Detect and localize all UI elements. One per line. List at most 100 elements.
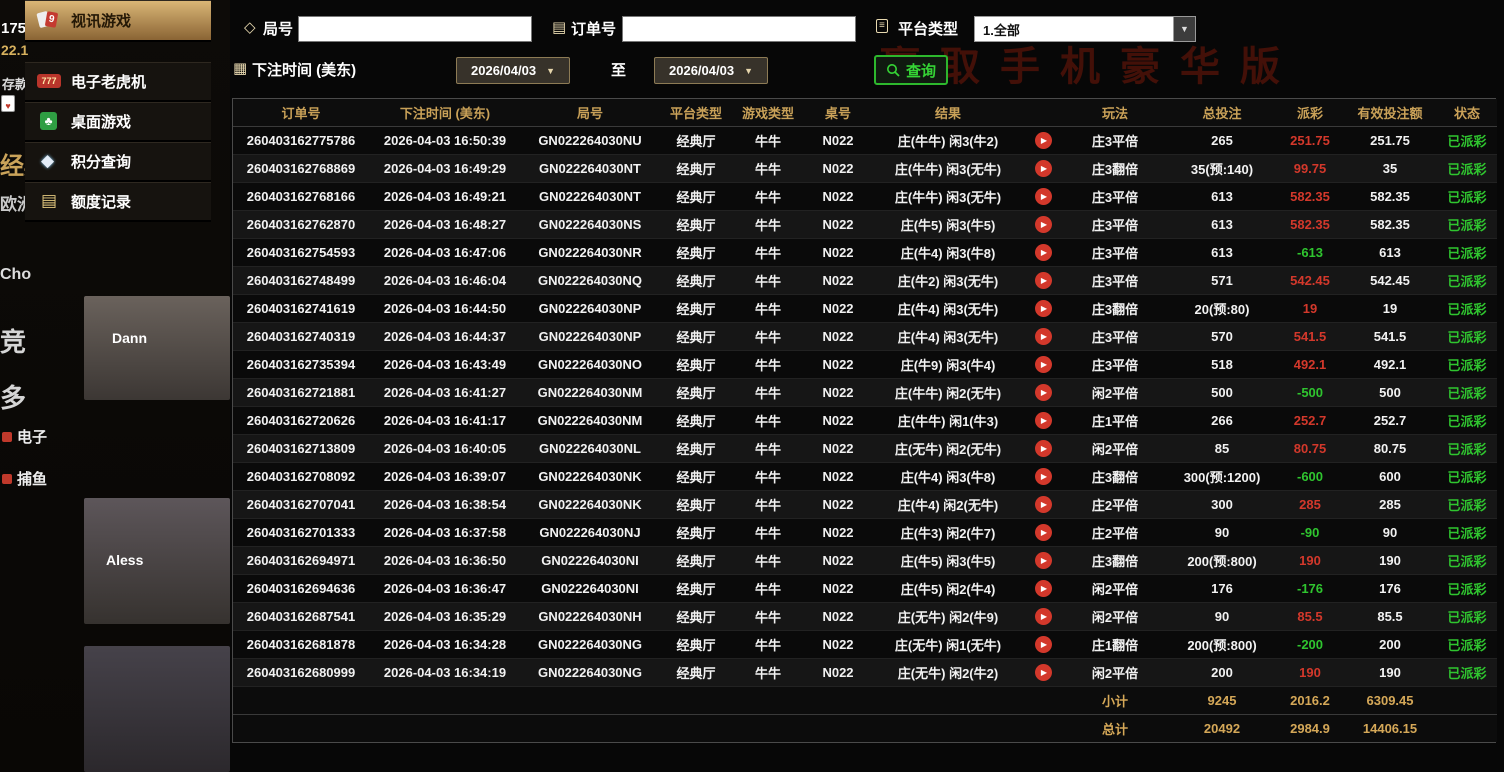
cell-bet-time: 2026-04-03 16:48:27 [369, 210, 521, 239]
cell-order-id: 260403162721881 [233, 378, 369, 407]
replay-play-icon[interactable]: ▶ [1034, 524, 1052, 541]
replay-play-icon[interactable]: ▶ [1034, 216, 1052, 233]
replay-play-icon[interactable]: ▶ [1034, 636, 1052, 653]
cell-result: 庄(牛5) 闲3(牛5) [873, 546, 1023, 575]
replay-play-icon[interactable]: ▶ [1034, 300, 1052, 317]
cell-valid-bet: 19 [1343, 294, 1437, 323]
date-from-button[interactable]: 2026/04/03 ▼ [456, 57, 570, 84]
cell-round-id: GN022264030NI [521, 574, 659, 603]
cell-game-type: 牛牛 [733, 406, 803, 435]
cell-result: 庄(牛4) 闲3(牛8) [873, 238, 1023, 267]
cell-status: 已派彩 [1437, 434, 1497, 463]
platform-type-select[interactable]: 1.全部 ▼ [974, 16, 1196, 42]
replay-play-icon[interactable]: ▶ [1034, 384, 1052, 401]
replay-play-icon[interactable]: ▶ [1034, 188, 1052, 205]
replay-play-icon[interactable]: ▶ [1034, 496, 1052, 513]
cell-status: 已派彩 [1437, 378, 1497, 407]
replay-play-icon[interactable]: ▶ [1034, 272, 1052, 289]
cell-order-id: 260403162748499 [233, 266, 369, 295]
search-button[interactable]: 查询 [874, 55, 949, 85]
cell-order-id: 260403162740319 [233, 322, 369, 351]
cell-play-type: 庄3翻倍 [1063, 546, 1167, 575]
cell-game-type: 牛牛 [733, 518, 803, 547]
replay-play-icon[interactable]: ▶ [1034, 356, 1052, 373]
order-id-input[interactable] [622, 16, 856, 42]
cell-status: 已派彩 [1437, 630, 1497, 659]
cell-order-id: 260403162768166 [233, 182, 369, 211]
cell-payout: 492.1 [1277, 350, 1343, 379]
cell-game-type: 牛牛 [733, 266, 803, 295]
cell-replay: ▶ [1023, 406, 1063, 435]
cell-payout: 285 [1277, 490, 1343, 519]
cell-payout: 541.5 [1277, 322, 1343, 351]
cell-game-type: 牛牛 [733, 630, 803, 659]
magnifier-icon [887, 64, 900, 77]
replay-play-icon[interactable]: ▶ [1034, 412, 1052, 429]
sidebar-menu: 视讯游戏 电子老虎机 桌面游戏 积分查询 额度记录 [25, 0, 211, 222]
grand-total-label: 总计 [1063, 713, 1167, 742]
date-to-value: 2026/04/03 [669, 63, 735, 78]
date-to-button[interactable]: 2026/04/03 ▼ [654, 57, 768, 84]
cell-bet-time: 2026-04-03 16:37:58 [369, 518, 521, 547]
replay-play-icon[interactable]: ▶ [1034, 132, 1052, 149]
cell-replay: ▶ [1023, 434, 1063, 463]
cell-play-type: 庄3平倍 [1063, 322, 1167, 351]
replay-play-icon[interactable]: ▶ [1034, 328, 1052, 345]
cell-payout: 252.7 [1277, 406, 1343, 435]
cell-platform: 经典厅 [659, 630, 733, 659]
cell-replay: ▶ [1023, 574, 1063, 603]
cell-bet-time: 2026-04-03 16:41:27 [369, 378, 521, 407]
cell-status: 已派彩 [1437, 574, 1497, 603]
cell-valid-bet: 252.7 [1343, 406, 1437, 435]
column-header: 订单号 [233, 99, 369, 127]
sidebar-item-video-games[interactable]: 视讯游戏 [25, 0, 211, 42]
sidebar-item-table-games[interactable]: 桌面游戏 [25, 102, 211, 142]
cell-result: 庄(牛牛) 闲3(牛2) [873, 126, 1023, 155]
replay-play-icon[interactable]: ▶ [1034, 244, 1052, 261]
cell-platform: 经典厅 [659, 574, 733, 603]
cell-platform: 经典厅 [659, 266, 733, 295]
cell-table-no: N022 [803, 546, 873, 575]
cell-result: 庄(牛牛) 闲3(无牛) [873, 154, 1023, 183]
sidebar-item-points-query[interactable]: 积分查询 [25, 142, 211, 182]
cell-table-no: N022 [803, 294, 873, 323]
replay-play-icon[interactable]: ▶ [1034, 160, 1052, 177]
cell-play-type: 庄3平倍 [1063, 266, 1167, 295]
cell-payout: 582.35 [1277, 210, 1343, 239]
replay-play-icon[interactable]: ▶ [1034, 608, 1052, 625]
replay-play-icon[interactable]: ▶ [1034, 580, 1052, 597]
search-button-label: 查询 [906, 62, 937, 80]
replay-play-icon[interactable]: ▶ [1034, 664, 1052, 681]
cell-result: 庄(无牛) 闲1(无牛) [873, 630, 1023, 659]
main-panel: 赢取手机豪华版 ◇ 局号 ▤ 订单号 ≡ 平台类型 1.全部 ▼ ▦ 下注时间 … [230, 0, 1504, 772]
cell-status: 已派彩 [1437, 518, 1497, 547]
sidebar-item-credit-records[interactable]: 额度记录 [25, 182, 211, 222]
app-window: 1756 22.1 存款 经典 欧洲 Cho 竞 多 电子 捕鱼 Dann Al… [0, 0, 1504, 772]
cell-play-type: 庄3翻倍 [1063, 462, 1167, 491]
cell-valid-bet: 35 [1343, 154, 1437, 183]
replay-play-icon[interactable]: ▶ [1034, 552, 1052, 569]
cell-payout: 99.75 [1277, 154, 1343, 183]
bg-race-label: 竞 [0, 327, 27, 357]
cell-payout: 190 [1277, 658, 1343, 687]
sidebar-item-slots[interactable]: 电子老虎机 [25, 62, 211, 102]
table-row: 260403162701333 2026-04-03 16:37:58 GN02… [233, 518, 1497, 547]
cell-round-id: GN022264030NG [521, 630, 659, 659]
bg-fishing-label: 捕鱼 [2, 468, 47, 489]
cell-bet-time: 2026-04-03 16:47:06 [369, 238, 521, 267]
cell-play-type: 闲2平倍 [1063, 574, 1167, 603]
grand-total-valid-bet: 14406.15 [1343, 713, 1437, 742]
cell-game-type: 牛牛 [733, 658, 803, 687]
cell-total-bet: 90 [1167, 518, 1277, 547]
table-row: 260403162707041 2026-04-03 16:38:54 GN02… [233, 490, 1497, 519]
chevron-down-icon[interactable]: ▼ [1173, 17, 1195, 41]
calendar-icon: ▦ [233, 60, 248, 77]
table-row: 260403162748499 2026-04-03 16:46:04 GN02… [233, 266, 1497, 295]
replay-play-icon[interactable]: ▶ [1034, 440, 1052, 457]
round-id-input[interactable] [298, 16, 532, 42]
cell-platform: 经典厅 [659, 518, 733, 547]
cell-play-type: 庄3平倍 [1063, 238, 1167, 267]
replay-play-icon[interactable]: ▶ [1034, 468, 1052, 485]
cell-platform: 经典厅 [659, 294, 733, 323]
cell-replay: ▶ [1023, 266, 1063, 295]
